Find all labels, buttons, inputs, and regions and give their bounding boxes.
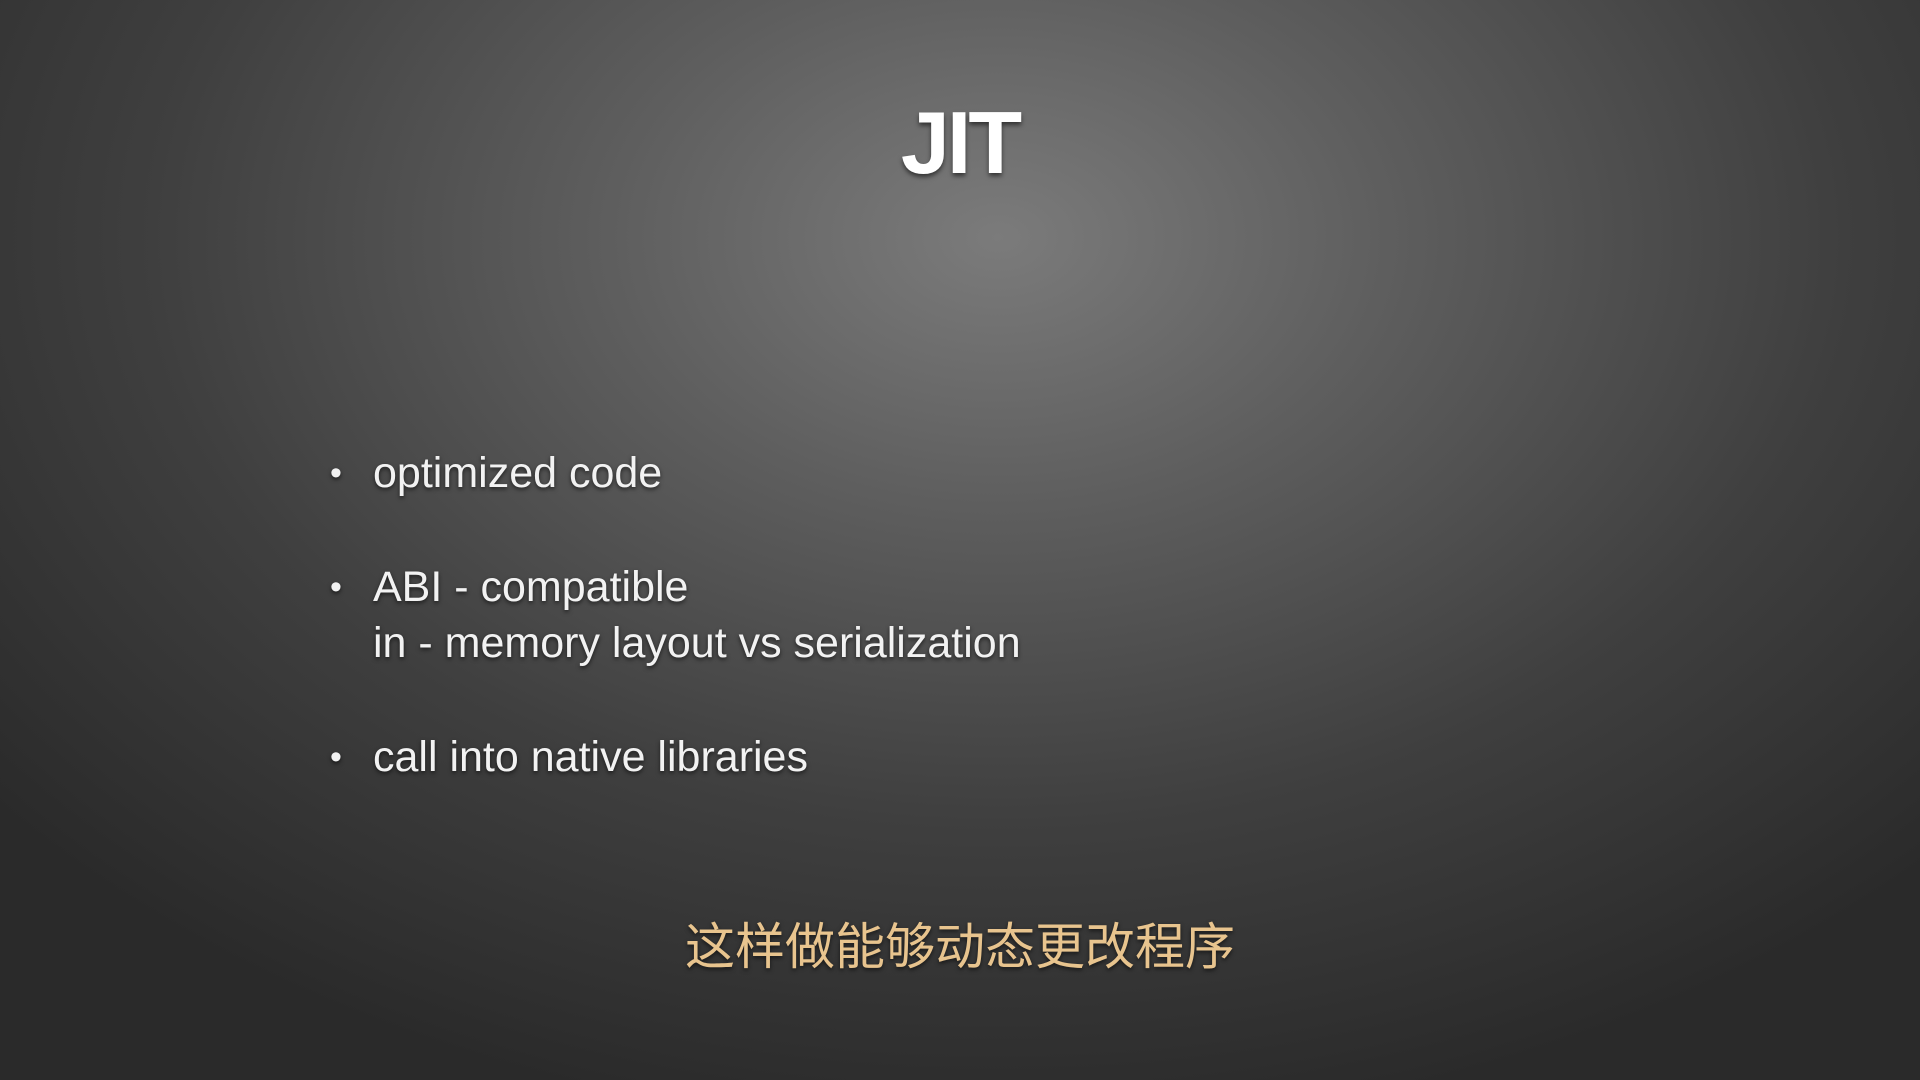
bullet-dot-icon: • <box>330 454 342 492</box>
bullet-dot-icon: • <box>330 568 342 606</box>
bullet-dot-icon: • <box>330 738 342 776</box>
bullet-list: • optimized code • ABI - compatible in -… <box>330 445 1630 843</box>
bullet-text: ABI - compatible <box>373 563 689 611</box>
slide-title: JIT <box>900 93 1022 192</box>
bullet-item: • ABI - compatible in - memory layout vs… <box>330 559 1630 671</box>
bullet-item: • optimized code <box>330 445 1630 501</box>
bullet-text: call into native libraries <box>373 733 808 781</box>
bullet-text: optimized code <box>373 449 663 497</box>
bullet-item: • call into native libraries <box>330 729 1630 785</box>
video-subtitle: 这样做能够动态更改程序 <box>685 918 1235 976</box>
bullet-text-continuation: in - memory layout vs serialization <box>373 619 1021 667</box>
